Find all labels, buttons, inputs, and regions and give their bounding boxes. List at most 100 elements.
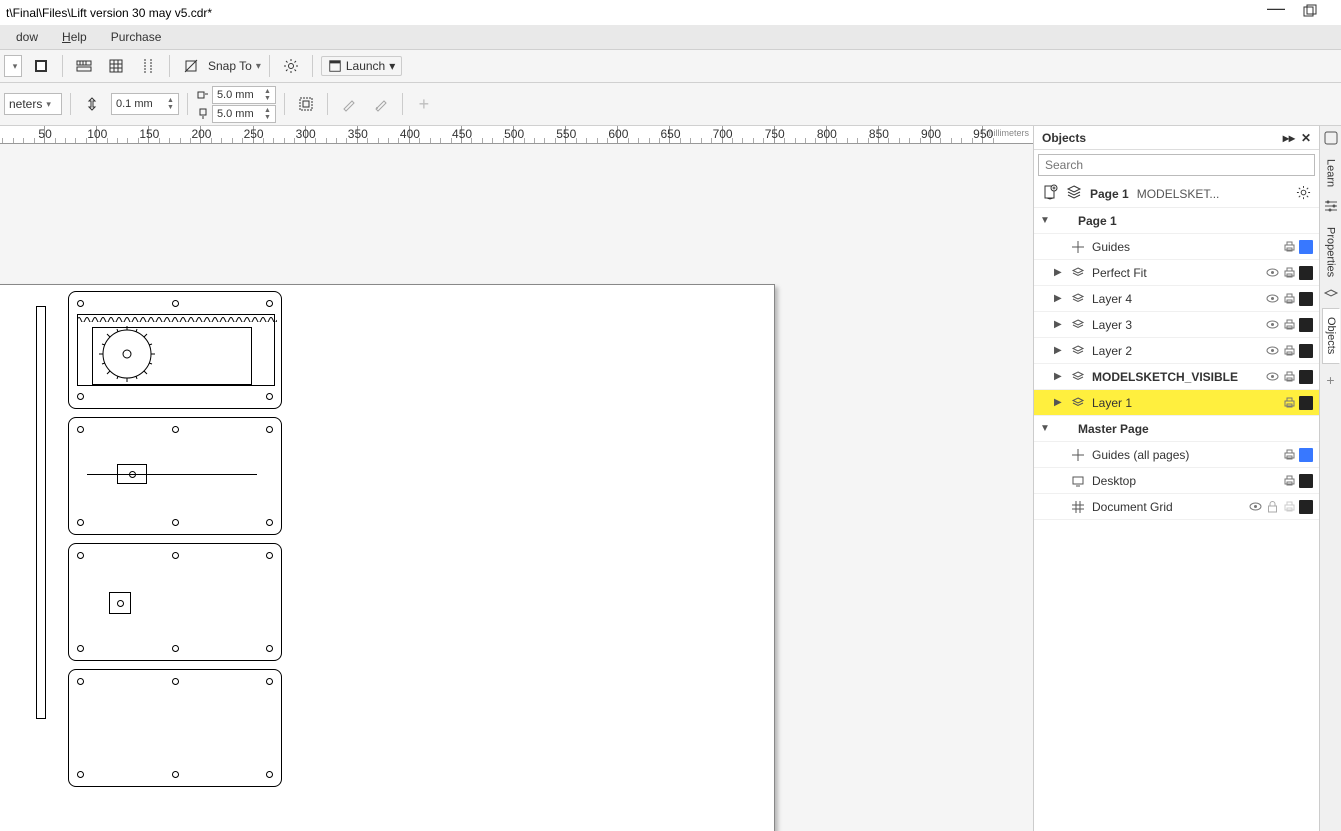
snap-to-label[interactable]: Snap To	[208, 59, 252, 73]
tab-objects[interactable]: Objects	[1322, 308, 1340, 363]
menu-help[interactable]: Help	[50, 30, 99, 44]
print-icon[interactable]	[1282, 370, 1296, 384]
print-icon[interactable]	[1282, 292, 1296, 306]
nudge-icon[interactable]	[79, 91, 105, 117]
drawing-plate-2	[68, 417, 282, 535]
expand-icon[interactable]: ▼	[1040, 215, 1052, 226]
add-tab-icon[interactable]: +	[1326, 372, 1334, 388]
ruler-horizontal[interactable]: millimeters 5010015020025030035040045050…	[0, 126, 1033, 144]
treat-as-filled-icon[interactable]	[293, 91, 319, 117]
print-icon[interactable]	[1282, 240, 1296, 254]
visibility-icon[interactable]	[1265, 318, 1279, 332]
layer-icon[interactable]	[1066, 184, 1082, 203]
menu-window[interactable]: dow	[4, 30, 50, 44]
show-rulers-icon[interactable]	[71, 53, 97, 79]
edit-fill-icon[interactable]	[336, 91, 362, 117]
spin-down-icon[interactable]: ▼	[167, 104, 174, 111]
objects-tab-icon[interactable]	[1323, 288, 1339, 304]
current-layer-label[interactable]: MODELSKET...	[1137, 187, 1220, 201]
new-page-button[interactable]	[1042, 184, 1058, 203]
print-icon[interactable]	[1282, 448, 1296, 462]
print-icon[interactable]	[1282, 500, 1296, 514]
add-tool-icon[interactable]: +	[411, 91, 437, 117]
panel-options-icon[interactable]	[1296, 185, 1311, 203]
snap-off-icon[interactable]	[178, 53, 204, 79]
show-guides-icon[interactable]	[135, 53, 161, 79]
learn-tab-icon[interactable]	[1323, 130, 1339, 146]
current-page-label[interactable]: Page 1	[1090, 187, 1129, 201]
search-input[interactable]	[1038, 154, 1315, 176]
panel-expand-icon[interactable]: ▸▸	[1283, 131, 1295, 145]
print-icon[interactable]	[1282, 396, 1296, 410]
nudge-distance-input[interactable]: ▲▼	[111, 93, 179, 115]
tree-row-modelsketch-visible[interactable]: ▶MODELSKETCH_VISIBLE	[1034, 364, 1319, 390]
expand-icon[interactable]: ▶	[1054, 371, 1066, 382]
snap-to-dropdown[interactable]: ▾	[256, 61, 261, 72]
layer-color[interactable]	[1299, 474, 1313, 488]
expand-icon[interactable]: ▶	[1054, 319, 1066, 330]
tree-row-guides[interactable]: Guides	[1034, 234, 1319, 260]
visibility-icon[interactable]	[1265, 292, 1279, 306]
layer-color[interactable]	[1299, 370, 1313, 384]
expand-icon[interactable]: ▼	[1040, 423, 1052, 434]
visibility-icon[interactable]	[1248, 500, 1262, 514]
tree-row-layer-2[interactable]: ▶Layer 2	[1034, 338, 1319, 364]
tree-row-layer-1[interactable]: ▶Layer 1	[1034, 390, 1319, 416]
main-area: millimeters 5010015020025030035040045050…	[0, 126, 1341, 831]
zoom-dropdown[interactable]: ▾	[4, 55, 22, 77]
nudge-value[interactable]	[116, 98, 164, 110]
menu-purchase[interactable]: Purchase	[99, 30, 174, 44]
panel-header: Objects ▸▸✕	[1034, 126, 1319, 150]
print-icon[interactable]	[1282, 474, 1296, 488]
tree-row-desktop[interactable]: Desktop	[1034, 468, 1319, 494]
canvas-background[interactable]	[0, 144, 1033, 831]
visibility-icon[interactable]	[1265, 344, 1279, 358]
tree-row-guides-all-pages-[interactable]: Guides (all pages)	[1034, 442, 1319, 468]
full-screen-icon[interactable]	[28, 53, 54, 79]
expand-icon[interactable]: ▶	[1054, 397, 1066, 408]
print-icon[interactable]	[1282, 266, 1296, 280]
separator	[169, 55, 170, 77]
dup-x-input[interactable]: ▲▼	[212, 86, 276, 104]
layer-color[interactable]	[1299, 240, 1313, 254]
spin-up-icon[interactable]: ▲	[167, 97, 174, 104]
tree-row-document-grid[interactable]: Document Grid	[1034, 494, 1319, 520]
expand-icon[interactable]: ▶	[1054, 267, 1066, 278]
print-icon[interactable]	[1282, 344, 1296, 358]
canvas-area[interactable]: millimeters 5010015020025030035040045050…	[0, 126, 1033, 831]
visibility-icon[interactable]	[1265, 266, 1279, 280]
visibility-icon[interactable]	[1265, 370, 1279, 384]
print-icon[interactable]	[1282, 318, 1296, 332]
layer-color[interactable]	[1299, 448, 1313, 462]
dup-y-input[interactable]: ▲▼	[212, 105, 276, 123]
tree-row-layer-4[interactable]: ▶Layer 4	[1034, 286, 1319, 312]
lock-icon[interactable]	[1265, 500, 1279, 514]
maximize-button[interactable]	[1303, 4, 1317, 21]
options-icon[interactable]	[278, 53, 304, 79]
tree-row-perfect-fit[interactable]: ▶Perfect Fit	[1034, 260, 1319, 286]
tree-row-master-page[interactable]: ▼Master Page	[1034, 416, 1319, 442]
minimize-button[interactable]: —	[1267, 0, 1285, 19]
tree-row-layer-3[interactable]: ▶Layer 3	[1034, 312, 1319, 338]
properties-tab-icon[interactable]	[1323, 198, 1339, 214]
panel-close-icon[interactable]: ✕	[1301, 131, 1311, 145]
units-dropdown[interactable]: neters▾	[4, 93, 62, 115]
drawing-page	[0, 284, 775, 831]
edit-transparency-icon[interactable]	[368, 91, 394, 117]
layer-color[interactable]	[1299, 500, 1313, 514]
tab-properties[interactable]: Properties	[1322, 218, 1340, 286]
separator	[312, 55, 313, 77]
row-icon	[1070, 317, 1086, 333]
launch-button[interactable]: Launch ▾	[321, 56, 402, 76]
expand-icon[interactable]: ▶	[1054, 293, 1066, 304]
tree-row-page-1[interactable]: ▼Page 1	[1034, 208, 1319, 234]
dup-y-icon	[196, 107, 210, 121]
layer-color[interactable]	[1299, 292, 1313, 306]
layer-color[interactable]	[1299, 266, 1313, 280]
tab-learn[interactable]: Learn	[1322, 150, 1340, 196]
layer-color[interactable]	[1299, 344, 1313, 358]
show-grid-icon[interactable]	[103, 53, 129, 79]
layer-color[interactable]	[1299, 318, 1313, 332]
expand-icon[interactable]: ▶	[1054, 345, 1066, 356]
layer-color[interactable]	[1299, 396, 1313, 410]
